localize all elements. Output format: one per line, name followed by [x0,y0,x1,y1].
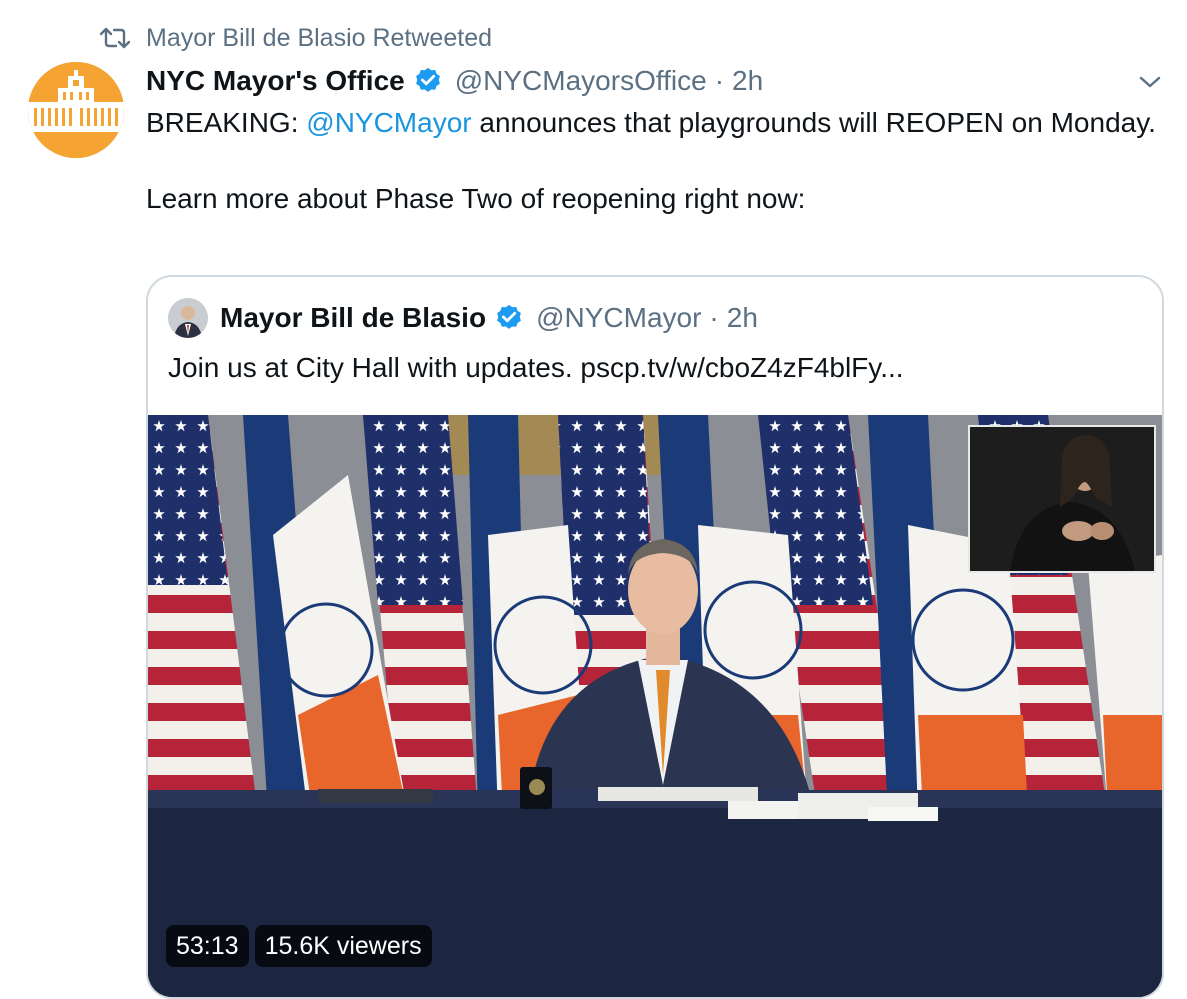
video-duration: 53:13 [166,925,249,967]
author-handle[interactable]: @NYCMayorsOffice [455,65,707,97]
quoted-author-handle[interactable]: @NYCMayor [536,302,701,334]
quoted-tweet-header: Mayor Bill de Blasio @NYCMayor · 2h [168,297,758,339]
quoted-tweet-text: Join us at City Hall with updates. pscp.… [168,352,904,383]
retweet-icon [100,27,130,49]
separator-dot: · [709,302,719,333]
separator-dot: · [714,65,725,96]
quoted-author-avatar [168,298,208,338]
quoted-tweet-card[interactable]: Mayor Bill de Blasio @NYCMayor · 2h Join… [146,275,1164,999]
author-avatar[interactable] [28,62,124,158]
retweet-label: Mayor Bill de Blasio Retweeted [146,23,492,52]
mention-link[interactable]: @NYCMayor [306,107,471,138]
tweet-menu-button[interactable] [1134,66,1166,98]
author-name[interactable]: NYC Mayor's Office [146,65,405,97]
tweet-text-paragraph-2: Learn more about Phase Two of reopening … [146,183,806,214]
tweet-text-paragraph-1: BREAKING: @NYCMayor announces that playg… [146,107,1156,138]
video-overlay: 53:13 15.6K viewers [166,925,432,967]
verified-badge-icon [497,304,521,329]
tweet-timestamp[interactable]: 2h [732,65,763,97]
quoted-author-name[interactable]: Mayor Bill de Blasio [220,302,486,334]
quoted-tweet-timestamp[interactable]: 2h [727,302,758,334]
tweet-text: BREAKING: @NYCMayor announces that playg… [146,104,1156,218]
retweet-context[interactable]: Mayor Bill de Blasio Retweeted [100,22,492,54]
city-hall-logo [28,62,124,158]
viewer-count: 15.6K viewers [254,925,432,967]
video-player[interactable]: 53:13 15.6K viewers [148,415,1162,997]
chevron-down-icon [1139,76,1161,88]
tweet-header: NYC Mayor's Office @NYCMayorsOffice · 2h [146,60,763,102]
verified-badge-icon [415,67,440,92]
sign-language-interpreter-inset [968,425,1156,573]
